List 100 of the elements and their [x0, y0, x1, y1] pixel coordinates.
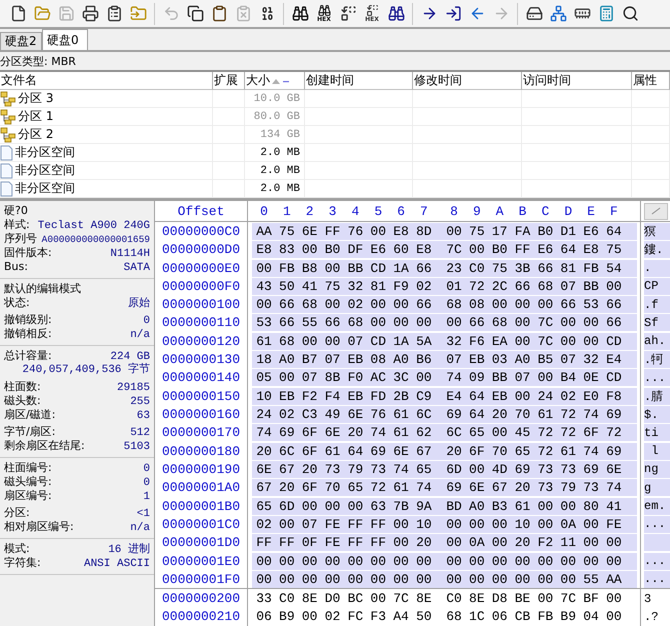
hex-byte: 00 [415, 554, 433, 569]
hex-byte: FF [346, 516, 364, 532]
hex-byte: 6F [468, 444, 486, 459]
hex-byte: 80 [582, 498, 600, 514]
hex-byte: 00 [490, 572, 508, 587]
hex-byte: 75 [605, 242, 623, 258]
column-header[interactable]: 访问时间 [522, 72, 632, 90]
hex-byte: 66 [559, 297, 578, 312]
hex-byte: 00 [255, 572, 273, 587]
hex-byte: 67 [490, 480, 508, 496]
hex-byte: 00 [255, 554, 273, 569]
hex-byte: 6E [324, 425, 342, 440]
hex-byte: CD [369, 334, 388, 349]
hex-byte: 00 [415, 370, 433, 386]
hex-byte: 05 [255, 370, 273, 386]
column-header[interactable]: 大小 [245, 72, 305, 90]
file-name[interactable]: 分区 1 [18, 108, 54, 125]
text-cell [644, 534, 670, 552]
hex-byte: 70 [490, 444, 508, 459]
hex-byte: 67 [255, 480, 273, 496]
hex-byte: 00 [559, 315, 578, 330]
hex-byte: 60 [392, 242, 410, 258]
hex-byte: 20 [255, 444, 273, 459]
hex-byte: 55 [300, 315, 318, 330]
save-icon [58, 5, 74, 22]
column-header[interactable]: 修改时间 [413, 72, 522, 90]
info-label: 剩余扇区在结尾: [4, 439, 85, 453]
hex-byte: FF [324, 224, 342, 239]
hex-byte: 00 [369, 572, 388, 587]
offset-value: 0000000100 [162, 297, 240, 312]
hex-byte: 00 [392, 535, 410, 550]
offset-value: 00000000F0 [162, 278, 240, 294]
info-value: 255 [130, 395, 150, 409]
hex-byte: B6 [415, 352, 433, 368]
hex-byte: 00 [582, 535, 600, 550]
hex-byte: 00 [278, 554, 296, 569]
offset-value: 00000001E0 [162, 554, 240, 569]
column-header[interactable]: 创建时间 [305, 72, 413, 90]
hex-byte: 6C [278, 444, 296, 459]
hex-byte: 8E [300, 591, 318, 606]
info-label: 磁头数: [4, 394, 41, 408]
file-name[interactable]: 非分区空间 [15, 162, 75, 179]
column-header[interactable]: 文件名 [0, 72, 213, 90]
hex-byte: A0 [514, 352, 532, 368]
info-label: 撤销相反: [4, 327, 52, 341]
hex-byte: 69 [445, 480, 463, 496]
hex-byte: 68 [490, 315, 508, 330]
column-header: 8 [449, 204, 459, 219]
hex-byte: 00 [445, 572, 463, 587]
hex-byte: 00 [468, 242, 486, 258]
file-name[interactable]: 非分区空间 [15, 144, 75, 161]
column-header[interactable]: 属性 [632, 72, 670, 90]
hex-byte: F6 [468, 334, 486, 349]
hex-byte: 00 [536, 572, 554, 587]
hex-byte: 00 [415, 315, 433, 330]
hex-byte: 00 [490, 297, 508, 312]
hex-byte: 61 [536, 407, 554, 422]
table-cell [632, 180, 670, 198]
offset-value: 0000000150 [162, 388, 240, 404]
open-folder-icon [34, 5, 50, 22]
folder-tree-icon [0, 126, 16, 142]
hex-byte: 68 [346, 315, 364, 330]
hex-byte: 49 [324, 407, 342, 422]
hex-byte: B0 [536, 224, 554, 239]
file-name[interactable]: 非分区空间 [15, 180, 75, 197]
hex-byte: 00 [324, 260, 342, 276]
tab[interactable]: 硬盘0 [42, 29, 88, 50]
hex-byte: A0 [392, 352, 410, 368]
hex-byte: EB [490, 388, 508, 404]
hex-byte: 00 [415, 572, 433, 587]
text-cell: $. [644, 406, 670, 424]
hex-byte: 00 [278, 572, 296, 587]
hex-byte: 75 [278, 224, 296, 239]
hex-byte: 00 [445, 554, 463, 569]
hex-byte: 68 [445, 297, 463, 312]
offset-value: 0000000190 [162, 462, 240, 477]
hex-byte: 74 [605, 480, 623, 496]
toolbar-button[interactable] [185, 2, 205, 24]
file-name[interactable]: 分区 3 [18, 90, 54, 107]
hex-byte: 6E [392, 444, 410, 459]
tab[interactable]: 硬盘2 [0, 32, 42, 50]
column-header[interactable]: 扩展 [213, 72, 245, 90]
hex-byte: 66 [415, 297, 433, 312]
hex-byte: 69 [369, 444, 388, 459]
hex-byte: 7B [392, 498, 410, 514]
hex-byte: 73 [324, 462, 342, 477]
file-name[interactable]: 分区 2 [18, 126, 54, 143]
hex-byte: 00 [514, 388, 532, 404]
hex-byte: 9A [415, 498, 433, 514]
column-header: 5 [373, 204, 384, 219]
hex-byte: 69 [605, 407, 623, 422]
hex-byte: BD [445, 498, 463, 514]
hex-byte: 6F [300, 444, 318, 459]
hex-byte: E8 [255, 242, 273, 258]
document-icon [0, 180, 13, 196]
hex-byte: E4 [605, 352, 623, 368]
offset-value: 0000000180 [162, 444, 240, 459]
toolbar-button[interactable] [80, 2, 100, 24]
hex-byte: 6E [346, 407, 364, 422]
hex-byte: 68 [300, 297, 318, 312]
